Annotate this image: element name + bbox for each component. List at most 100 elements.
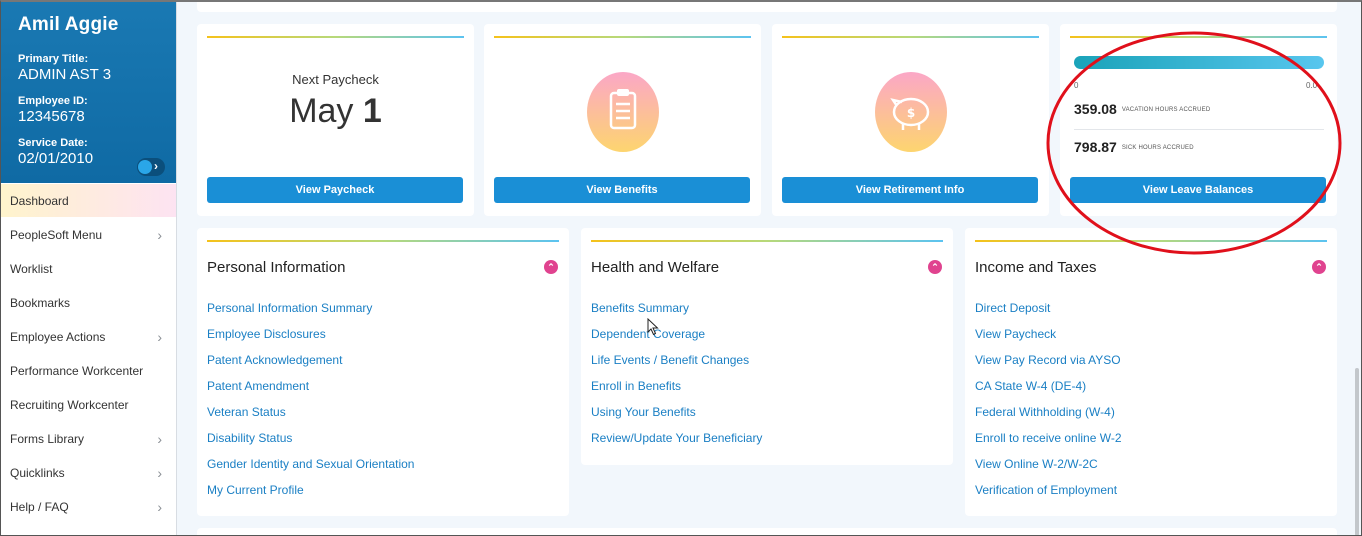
card-accent-bar — [975, 240, 1327, 242]
sick-hours-value: 798.87 — [1074, 139, 1117, 155]
link-federal-withholding[interactable]: Federal Withholding (W-4) — [975, 405, 1122, 431]
leave-scale-max: 0.0 — [1306, 81, 1318, 90]
sidebar-item-quicklinks[interactable]: Quicklinks › — [0, 456, 176, 490]
sidebar-item-label: Help / FAQ — [10, 499, 69, 514]
sidebar-item-label: Worklist — [10, 261, 53, 276]
employee-id-value: 12345678 — [18, 108, 85, 125]
primary-title-label: Primary Title: — [18, 53, 89, 65]
chevron-right-icon: › — [157, 465, 162, 481]
sidebar-item-label: Forms Library — [10, 431, 85, 446]
link-benefits-summary[interactable]: Benefits Summary — [591, 301, 762, 327]
link-veteran-status[interactable]: Veteran Status — [207, 405, 414, 431]
link-gender-identity[interactable]: Gender Identity and Sexual Orientation — [207, 457, 414, 483]
link-my-current-profile[interactable]: My Current Profile — [207, 483, 414, 509]
benefits-card: View Benefits — [484, 24, 761, 216]
sick-hours-label: SICK HOURS ACCRUED — [1121, 145, 1194, 152]
sidebar-item-forms-library[interactable]: Forms Library › — [0, 422, 176, 456]
link-review-beneficiary[interactable]: Review/Update Your Beneficiary — [591, 431, 762, 457]
income-and-taxes-card: Income and Taxes ⌃ Direct Deposit View P… — [965, 228, 1337, 516]
sidebar-item-peoplesoft-menu[interactable]: PeopleSoft Menu › — [0, 218, 176, 252]
personal-information-links: Personal Information Summary Employee Di… — [207, 301, 414, 509]
scrollbar-thumb[interactable] — [1355, 368, 1359, 536]
leave-progress-bar — [1074, 56, 1324, 69]
link-patent-amendment[interactable]: Patent Amendment — [207, 379, 414, 405]
scrollbar[interactable] — [1348, 0, 1362, 536]
primary-title-value: ADMIN AST 3 — [18, 66, 112, 83]
service-date-label: Service Date: — [18, 137, 88, 149]
employee-id-label: Employee ID: — [18, 95, 88, 107]
vacation-hours-row: 359.08 VACATION HOURS ACCRUED — [1074, 101, 1210, 117]
health-and-welfare-card: Health and Welfare ⌃ Benefits Summary De… — [581, 228, 953, 465]
link-using-your-benefits[interactable]: Using Your Benefits — [591, 405, 762, 431]
divider — [1074, 129, 1324, 130]
link-patent-acknowledgement[interactable]: Patent Acknowledgement — [207, 353, 414, 379]
chevron-right-icon: › — [157, 431, 162, 447]
top-panel-edge — [197, 0, 1337, 12]
link-verification-of-employment[interactable]: Verification of Employment — [975, 483, 1122, 509]
clipboard-icon — [587, 72, 659, 152]
sidebar-item-employee-actions[interactable]: Employee Actions › — [0, 320, 176, 354]
sidebar-item-dashboard[interactable]: Dashboard — [0, 184, 176, 218]
link-disability-status[interactable]: Disability Status — [207, 431, 414, 457]
chevron-right-icon: › — [157, 227, 162, 243]
vacation-hours-label: VACATION HOURS ACCRUED — [1121, 107, 1211, 114]
card-accent-bar — [782, 36, 1039, 38]
chevron-right-icon: › — [157, 499, 162, 515]
link-direct-deposit[interactable]: Direct Deposit — [975, 301, 1122, 327]
collapse-up-icon[interactable]: ⌃ — [928, 260, 942, 274]
view-leave-balances-button[interactable]: View Leave Balances — [1070, 177, 1326, 203]
personal-information-card: Personal Information ⌃ Personal Informat… — [197, 228, 569, 516]
svg-text:$: $ — [907, 106, 915, 120]
view-retirement-info-button[interactable]: View Retirement Info — [782, 177, 1038, 203]
collapse-up-icon[interactable]: ⌃ — [1312, 260, 1326, 274]
paycheck-day: 1 — [362, 92, 382, 130]
card-accent-bar — [591, 240, 943, 242]
link-dependent-coverage[interactable]: Dependent Coverage — [591, 327, 762, 353]
card-accent-bar — [494, 36, 751, 38]
link-view-online-w2[interactable]: View Online W-2/W-2C — [975, 457, 1122, 483]
link-life-events[interactable]: Life Events / Benefit Changes — [591, 353, 762, 379]
link-enroll-in-benefits[interactable]: Enroll in Benefits — [591, 379, 762, 405]
chevron-right-icon: › — [157, 329, 162, 345]
retirement-card: $ View Retirement Info — [772, 24, 1049, 216]
sidebar-menu: Dashboard PeopleSoft Menu › Worklist Book… — [0, 184, 176, 524]
sidebar-collapse-toggle[interactable]: › — [137, 158, 165, 176]
sidebar-item-recruiting-workcenter[interactable]: Recruiting Workcenter — [0, 388, 176, 422]
view-benefits-button[interactable]: View Benefits — [494, 177, 750, 203]
next-paycheck-label: Next Paycheck — [292, 72, 379, 87]
link-ca-state-w4[interactable]: CA State W-4 (DE-4) — [975, 379, 1122, 405]
link-enroll-online-w2[interactable]: Enroll to receive online W-2 — [975, 431, 1122, 457]
chevron-right-icon: › — [154, 159, 158, 173]
leave-balances-card: 0 0.0 359.08 VACATION HOURS ACCRUED 798.8… — [1060, 24, 1337, 216]
sidebar: Amil Aggie Primary Title: ADMIN AST 3 Em… — [0, 0, 177, 536]
sidebar-item-bookmarks[interactable]: Bookmarks — [0, 286, 176, 320]
piggy-bank-icon: $ — [875, 72, 947, 152]
sidebar-item-label: PeopleSoft Menu — [10, 227, 103, 242]
link-employee-disclosures[interactable]: Employee Disclosures — [207, 327, 414, 353]
toggle-knob — [138, 160, 152, 174]
bottom-panel-edge — [197, 528, 1337, 536]
link-view-pay-record[interactable]: View Pay Record via AYSO — [975, 353, 1122, 379]
collapse-up-icon[interactable]: ⌃ — [544, 260, 558, 274]
sidebar-item-performance-workcenter[interactable]: Performance Workcenter — [0, 354, 176, 388]
sidebar-item-help-faq[interactable]: Help / FAQ › — [0, 490, 176, 524]
link-view-paycheck[interactable]: View Paycheck — [975, 327, 1122, 353]
income-and-taxes-links: Direct Deposit View Paycheck View Pay Re… — [975, 301, 1122, 509]
link-personal-information-summary[interactable]: Personal Information Summary — [207, 301, 414, 327]
income-and-taxes-title: Income and Taxes — [975, 259, 1097, 276]
card-accent-bar — [207, 240, 559, 242]
health-and-welfare-title: Health and Welfare — [591, 259, 720, 276]
mouse-cursor-icon — [647, 318, 659, 336]
sidebar-item-label: Performance Workcenter — [10, 363, 144, 378]
sidebar-item-label: Employee Actions — [10, 329, 106, 344]
sidebar-item-label: Quicklinks — [10, 465, 65, 480]
paycheck-card: Next Paycheck May 1 View Paycheck — [197, 24, 474, 216]
sidebar-item-worklist[interactable]: Worklist — [0, 252, 176, 286]
sidebar-item-label: Bookmarks — [10, 295, 71, 310]
profile-panel: Amil Aggie Primary Title: ADMIN AST 3 Em… — [0, 0, 176, 183]
personal-information-title: Personal Information — [207, 259, 346, 276]
next-paycheck-date: May 1 — [197, 92, 474, 131]
sick-hours-row: 798.87 SICK HOURS ACCRUED — [1074, 139, 1194, 155]
sidebar-item-label: Dashboard — [10, 193, 69, 208]
view-paycheck-button[interactable]: View Paycheck — [207, 177, 463, 203]
